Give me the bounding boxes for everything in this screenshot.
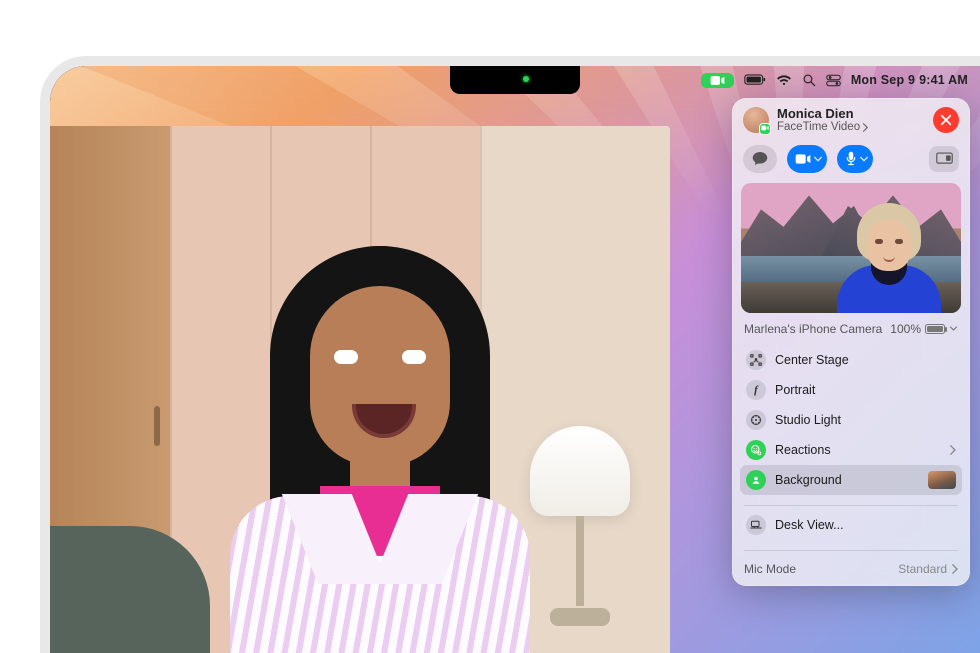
- end-call-button[interactable]: [933, 107, 959, 133]
- background-icon: [746, 470, 766, 490]
- wifi-icon[interactable]: [776, 74, 792, 86]
- chevron-down-icon: [949, 324, 958, 333]
- option-center-stage[interactable]: Center Stage: [740, 345, 962, 375]
- battery-menu-icon[interactable]: [744, 74, 766, 86]
- mic-mode-label: Mic Mode: [744, 562, 796, 576]
- facetime-controls-panel: Monica Dien FaceTime Video: [732, 98, 970, 586]
- caller-name: Monica Dien: [777, 107, 925, 121]
- facetime-badge-icon: [759, 123, 771, 135]
- caller-avatar[interactable]: [743, 107, 769, 133]
- messages-button[interactable]: [743, 145, 777, 173]
- menu-bar: Mon Sep 99:41 AM: [50, 66, 980, 94]
- remote-video-feed: [50, 126, 670, 653]
- divider: [744, 505, 958, 506]
- background-thumbnail: [928, 471, 956, 489]
- desk-view-icon: [746, 515, 766, 535]
- camera-battery-percent: 100%: [890, 322, 921, 336]
- reactions-icon: [746, 440, 766, 460]
- chevron-down-icon: [859, 154, 869, 164]
- camera-source-label: Marlena's iPhone Camera: [744, 322, 882, 336]
- camera-toggle-button[interactable]: [787, 145, 827, 173]
- control-center-icon[interactable]: [826, 74, 841, 87]
- option-background[interactable]: Background: [740, 465, 962, 495]
- portrait-icon: f: [746, 380, 766, 400]
- camera-in-use-indicator[interactable]: [701, 73, 734, 88]
- option-reactions[interactable]: Reactions: [740, 435, 962, 465]
- remote-participant: [200, 206, 560, 653]
- call-type-link[interactable]: FaceTime Video: [777, 121, 925, 134]
- mic-mode-row[interactable]: Mic Mode Standard: [732, 555, 970, 586]
- self-video-preview[interactable]: [741, 183, 961, 313]
- chevron-down-icon: [813, 154, 823, 164]
- mic-toggle-button[interactable]: [837, 145, 873, 173]
- option-studio-light[interactable]: Studio Light: [740, 405, 962, 435]
- option-portrait[interactable]: f Portrait: [740, 375, 962, 405]
- mic-mode-value: Standard: [898, 562, 947, 576]
- option-desk-view[interactable]: Desk View...: [740, 510, 962, 540]
- spotlight-icon[interactable]: [802, 73, 816, 87]
- local-participant: [833, 199, 943, 313]
- divider: [744, 550, 958, 551]
- chevron-right-icon: [951, 564, 958, 574]
- battery-icon: [925, 324, 945, 334]
- menu-bar-clock[interactable]: Mon Sep 99:41 AM: [851, 73, 968, 87]
- chevron-right-icon: [949, 445, 956, 455]
- center-stage-icon: [746, 350, 766, 370]
- camera-source-row[interactable]: Marlena's iPhone Camera 100%: [732, 315, 970, 343]
- studio-light-icon: [746, 410, 766, 430]
- share-screen-button[interactable]: [929, 146, 959, 172]
